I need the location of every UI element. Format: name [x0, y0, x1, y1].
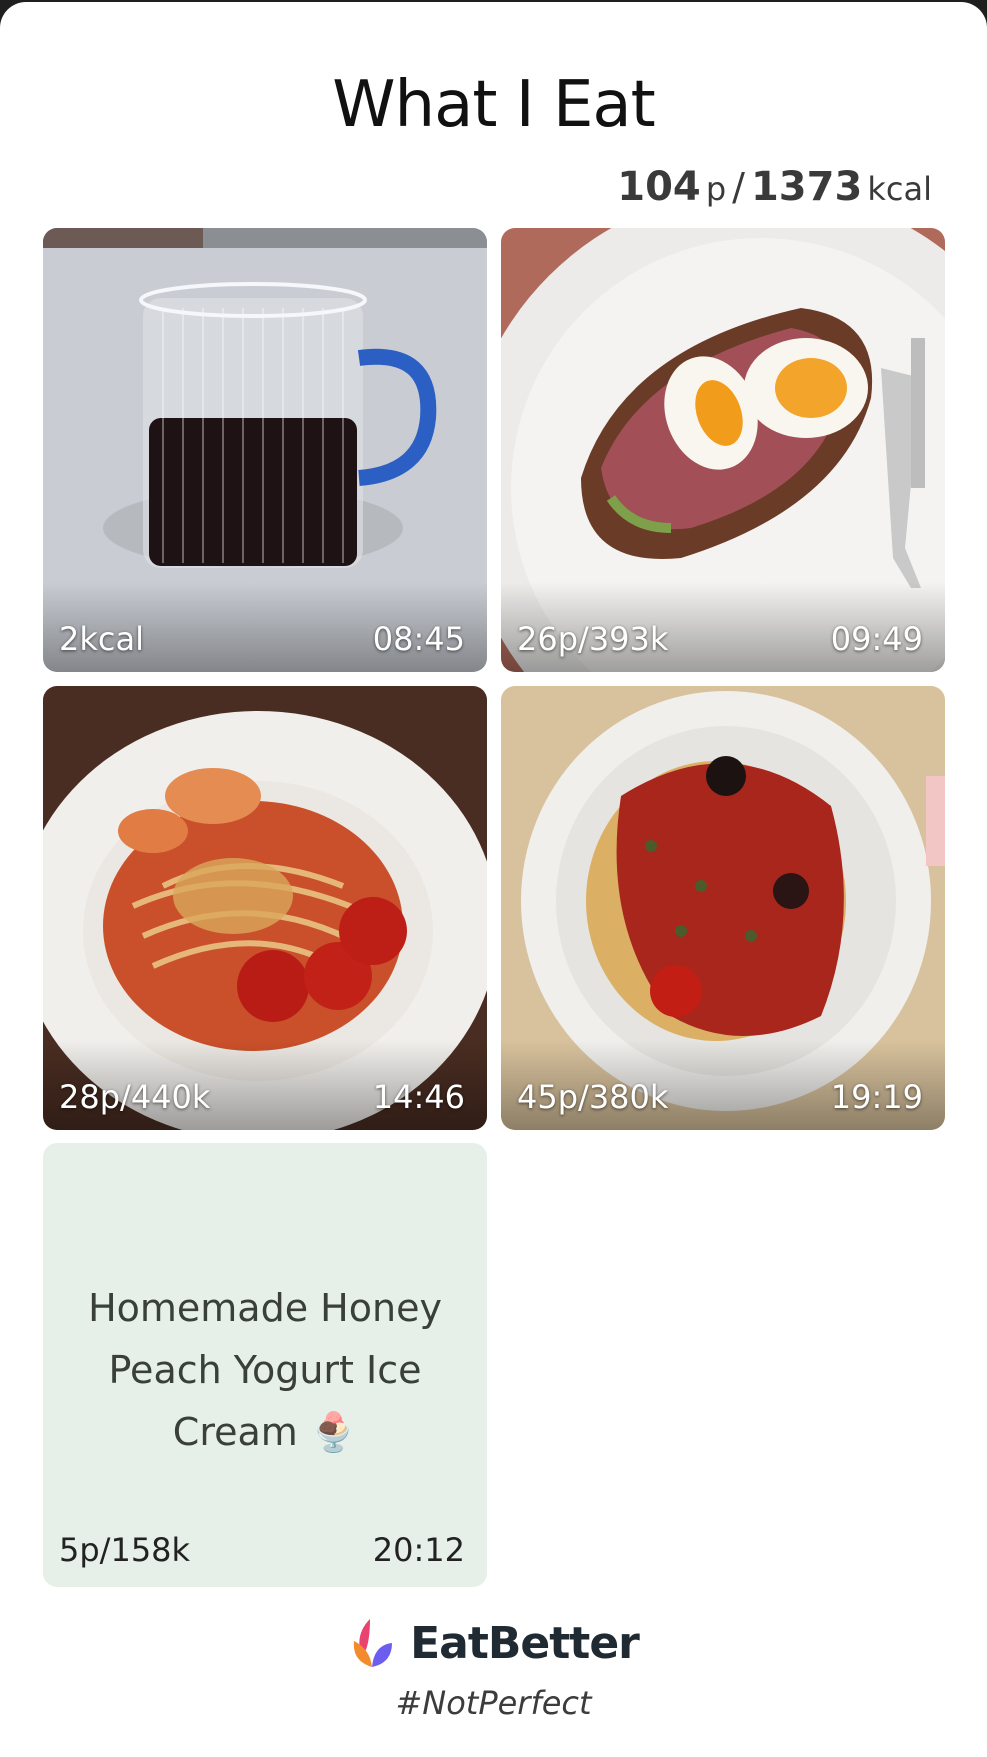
meal-tile[interactable]: 45p/380k 19:19 — [501, 686, 945, 1130]
meal-nutrition: 26p/393k — [517, 620, 669, 658]
meal-time: 14:46 — [372, 1078, 465, 1116]
brand-footer: EatBetter — [0, 1617, 987, 1673]
meal-time: 19:19 — [830, 1078, 923, 1116]
share-card: What I Eat 104 p/1373 kcal 2kcal 08:45 2… — [0, 2, 987, 1757]
meal-nutrition: 28p/440k — [59, 1078, 211, 1116]
meal-time: 09:49 — [830, 620, 923, 658]
total-protein: 104 — [617, 164, 701, 210]
page-title: What I Eat — [332, 68, 655, 142]
daily-totals: 104 p/1373 kcal — [617, 164, 932, 210]
eatbetter-leaf-logo — [353, 1619, 393, 1667]
meal-nutrition: 2kcal — [59, 620, 144, 658]
meal-tile[interactable]: 28p/440k 14:46 — [43, 686, 487, 1130]
meal-nutrition: 45p/380k — [517, 1078, 669, 1116]
meal-time: 20:12 — [372, 1531, 465, 1569]
recipe-name: Homemade Honey Peach Yogurt Ice Cream 🍨 — [88, 1286, 442, 1454]
totals-separator: / — [732, 165, 745, 209]
total-kcal: 1373 — [750, 164, 863, 210]
recipe-tile[interactable]: Homemade Honey Peach Yogurt Ice Cream 🍨 … — [43, 1143, 487, 1587]
meal-tile[interactable]: 2kcal 08:45 — [43, 228, 487, 672]
brand-tagline: #NotPerfect — [395, 1684, 592, 1722]
meal-tile[interactable]: 26p/393k 09:49 — [501, 228, 945, 672]
meal-nutrition: 5p/158k — [59, 1531, 191, 1569]
meal-time: 08:45 — [372, 620, 465, 658]
brand-name: EatBetter — [410, 1617, 640, 1669]
total-kcal-unit: kcal — [867, 170, 932, 208]
total-protein-unit: p — [705, 170, 727, 208]
